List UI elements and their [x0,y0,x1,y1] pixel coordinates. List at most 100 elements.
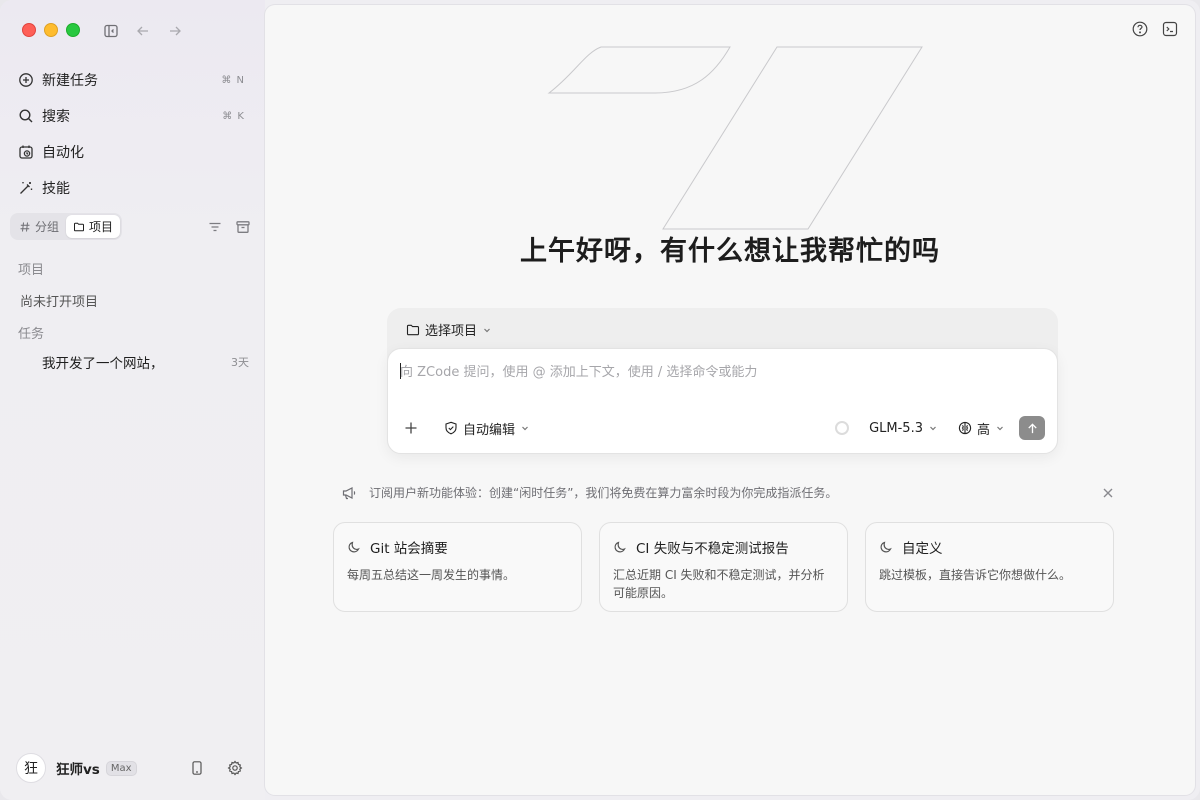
plan-badge: Max [105,760,137,776]
sidebar: 新建任务 ⌘ N 搜索 ⌘ K 自动化 技能 分组 项目 项目 尚未打开项目 任… [0,0,265,800]
sidebar-list-tools [207,219,251,235]
sidebar-view-switcher: 分组 项目 [10,213,251,240]
close-icon[interactable] [1101,486,1115,500]
tab-projects-label: 项目 [89,220,114,234]
search-label: 搜索 [42,109,70,125]
feature-notice: 订阅用户新功能体验：创建“闲时任务”，我们将免费在算力富余时段为你完成指派任务。 [341,484,1115,501]
shield-check-icon [445,421,457,435]
card-description: 跳过模板，直接告诉它你想做什么。 [879,568,1072,582]
text-caret [400,363,401,379]
model-label: GLM-5.3 [869,420,923,436]
context-usage-indicator[interactable] [835,421,850,435]
archive-icon[interactable] [235,219,251,235]
send-button[interactable] [1019,416,1045,440]
sidebar-nav: 新建任务 ⌘ N 搜索 ⌘ K 自动化 技能 [10,62,253,206]
user-profile-row: 狂 狂师vs Max [16,752,243,784]
gear-icon[interactable] [227,760,243,776]
tasks-section-label: 任务 [18,327,45,342]
new-task-label: 新建任务 [42,73,98,89]
projects-section-label: 项目 [18,263,45,278]
project-picker-label: 选择项目 [425,324,478,339]
reasoning-effort-selector[interactable]: 高 [958,419,1005,438]
skills-button[interactable]: 技能 [10,170,253,206]
user-name: 狂师vs [56,762,100,778]
composer-container: 选择项目 自动编辑 [387,308,1058,454]
close-window-button[interactable] [22,23,36,37]
search-icon [19,109,33,123]
magic-wand-icon [20,182,33,194]
arrow-up-icon [1027,422,1037,433]
card-header: 自定义 [879,537,1100,557]
chevron-down-icon [997,426,1003,431]
card-description: 汇总近期 CI 失败和不稳定测试，并分析可能原因。 [613,568,825,600]
automation-label: 自动化 [42,145,84,161]
zoom-window-button[interactable] [66,23,80,37]
edit-mode-selector[interactable]: 自动编辑 [444,419,530,438]
terminal-icon[interactable] [1161,20,1179,38]
help-icon[interactable] [1131,20,1149,38]
notice-text: 订阅用户新功能体验：创建“闲时任务”，我们将免费在算力富余时段为你完成指派任务。 [369,486,838,500]
projects-empty-text: 尚未打开项目 [20,295,99,310]
card-title: 自定义 [902,541,943,557]
prompt-input[interactable] [400,361,1040,383]
search-button[interactable]: 搜索 ⌘ K [10,98,253,134]
composer-toolbar: 自动编辑 GLM-5.3 高 [404,415,1045,441]
new-task-icon [19,73,33,87]
sidebar-top-toolbar [100,20,186,42]
card-description: 每周五总结这一周发生的事情。 [347,568,516,582]
skills-label: 技能 [42,181,70,197]
task-title: 我开发了一个网站， [42,356,164,372]
template-card-git-standup[interactable]: Git 站会摘要 每周五总结这一周发生的事情。 [333,522,582,612]
brain-icon [958,421,972,435]
avatar[interactable]: 狂 [16,753,46,783]
model-selector[interactable]: GLM-5.3 [869,421,938,436]
segment-control: 分组 项目 [10,213,123,240]
template-card-custom[interactable]: 自定义 跳过模板，直接告诉它你想做什么。 [865,522,1114,612]
task-list-item[interactable]: 我开发了一个网站， 3天 [12,347,253,377]
chevron-down-icon [484,328,490,332]
reasoning-effort-label: 高 [976,422,990,438]
template-card-ci-report[interactable]: CI 失败与不稳定测试报告 汇总近期 CI 失败和不稳定测试，并分析可能原因。 [599,522,848,612]
back-arrow-icon[interactable] [132,20,154,42]
tab-groups-label: 分组 [35,220,60,234]
card-header: Git 站会摘要 [347,537,568,557]
tab-projects[interactable]: 项目 [66,215,121,238]
toggle-sidebar-icon[interactable] [100,20,122,42]
card-title: Git 站会摘要 [370,541,448,557]
card-header: CI 失败与不稳定测试报告 [613,537,834,557]
zcode-logo-watermark [547,46,923,230]
tab-groups[interactable]: 分组 [12,215,66,238]
hash-icon [20,221,30,232]
phone-icon[interactable] [189,760,205,776]
user-tools [189,760,243,776]
forward-arrow-icon[interactable] [164,20,186,42]
folder-icon [406,324,420,335]
moon-icon [348,541,360,553]
new-task-button[interactable]: 新建任务 ⌘ N [10,62,253,98]
moon-icon [614,541,626,553]
minimize-window-button[interactable] [44,23,58,37]
filter-icon[interactable] [207,219,223,235]
project-picker[interactable]: 选择项目 [406,320,492,339]
automation-clock-icon [19,145,33,159]
plus-icon [405,422,417,434]
greeting-heading: 上午好呀，有什么想让我帮忙的吗 [520,236,940,267]
megaphone-icon [342,486,356,499]
folder-icon [74,222,85,231]
edit-mode-label: 自动编辑 [463,422,516,438]
card-title: CI 失败与不稳定测试报告 [636,541,789,557]
chevron-down-icon [522,426,528,431]
task-age: 3天 [231,356,249,369]
main-toolbar [1131,20,1179,38]
app-window: 新建任务 ⌘ N 搜索 ⌘ K 自动化 技能 分组 项目 项目 尚未打开项目 任… [0,0,1200,800]
add-attachment-button[interactable] [404,416,424,440]
chevron-down-icon [930,426,936,431]
automation-button[interactable]: 自动化 [10,134,253,170]
template-cards: Git 站会摘要 每周五总结这一周发生的事情。 CI 失败与不稳定测试报告 汇总… [333,522,1114,612]
composer-box: 自动编辑 GLM-5.3 高 [387,348,1058,454]
new-task-shortcut: ⌘ N [221,74,245,86]
moon-icon [880,541,892,553]
main-panel: 上午好呀，有什么想让我帮忙的吗 选择项目 自动编辑 [265,5,1195,795]
search-shortcut: ⌘ K [222,110,245,122]
window-controls [22,23,80,37]
